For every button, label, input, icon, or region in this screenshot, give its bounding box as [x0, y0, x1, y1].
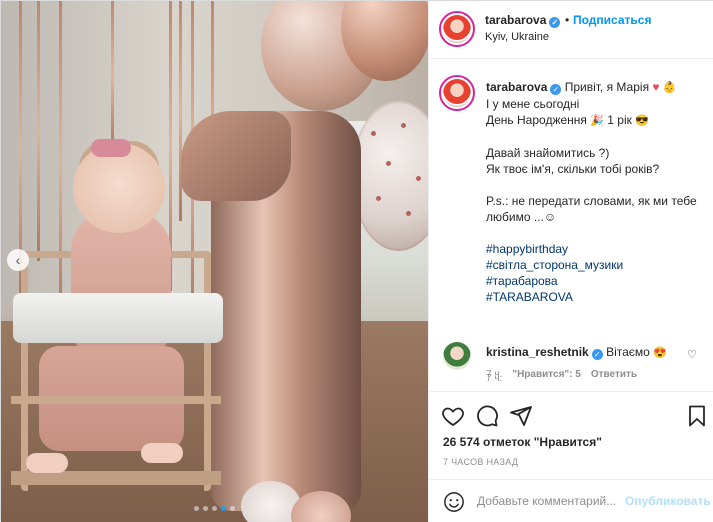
author-username-text[interactable]: tarabarova	[485, 13, 546, 27]
share-paper-plane-icon[interactable]	[509, 404, 533, 428]
comment-meta: 7 ч. "Нравится": 5 Ответить	[486, 369, 637, 380]
reply-button[interactable]: Ответить	[591, 369, 637, 380]
save-bookmark-icon[interactable]	[685, 404, 709, 428]
verified-badge-icon: ✓	[591, 349, 603, 360]
high-chair-step	[11, 471, 221, 485]
comment: kristina_reshetnik ✓ Вітаємо 😍 ♡ 7 ч. "Нр…	[429, 339, 713, 389]
add-comment-bar: Опубликовать	[429, 479, 713, 522]
avatar[interactable]	[443, 15, 471, 43]
verified-badge-icon: ✓	[549, 17, 561, 28]
comment-timestamp[interactable]: 7 ч.	[486, 369, 502, 380]
carousel-prev-button[interactable]: ‹	[7, 249, 29, 271]
caption-line: 1 рік	[607, 113, 632, 127]
header-separator: •	[565, 13, 570, 27]
location-link[interactable]: Kyiv, Ukraine	[485, 31, 549, 43]
number-one-balloon-top	[181, 111, 291, 201]
commenter-avatar[interactable]	[443, 342, 471, 370]
post-header: tarabarova ✓ • Подписаться Kyiv, Ukraine	[429, 1, 713, 59]
comment-input[interactable]	[477, 490, 623, 512]
tinsel	[37, 1, 40, 261]
author-username[interactable]: tarabarova ✓	[485, 13, 561, 28]
caption-line: Як твоє ім'я, скільки тобі років?	[486, 162, 660, 176]
caption-line: P.s.: не передати словами, як ми тебе	[486, 194, 697, 208]
instagram-post: ‹ tarabarova ✓ • Подписаться Kyiv, Ukrain…	[0, 0, 713, 522]
number-one-balloon	[181, 111, 361, 511]
like-heart-icon[interactable]	[441, 404, 465, 428]
high-chair-bar	[11, 396, 221, 404]
caption-line: І у мене сьогодні	[486, 97, 580, 111]
post-actions: 26 574 отметок "Нравится" 7 ЧАСОВ НАЗАД	[429, 391, 713, 481]
carousel-dot-active	[221, 506, 226, 511]
comment-likes-count[interactable]: "Нравится": 5	[512, 369, 581, 380]
caption-line: Давай знайомитись ?)	[486, 146, 610, 160]
avatar[interactable]	[443, 79, 471, 107]
carousel-dots	[194, 506, 235, 511]
emoji-picker-icon[interactable]	[443, 491, 465, 513]
comment-body: Вітаємо	[606, 345, 650, 359]
hashtag-link[interactable]: #happybirthday	[486, 241, 708, 257]
caption-line: Привіт, я Марія	[564, 80, 650, 94]
heart-eyes-emoji-icon: 😍	[653, 347, 667, 359]
carousel-dot	[230, 506, 235, 511]
baby-bow	[91, 139, 131, 157]
comment-like-heart-icon[interactable]: ♡	[687, 348, 697, 361]
post-sidebar: tarabarova ✓ • Подписаться Kyiv, Ukraine …	[428, 1, 713, 522]
carousel-dot	[194, 506, 199, 511]
caption-text: tarabarova ✓ Привіт, я Марія ♥ 👶 І у мене…	[486, 79, 708, 305]
hashtag-link[interactable]: #TARABAROVA	[486, 289, 708, 305]
caption-line: любимо ...☺	[486, 210, 557, 224]
commenter-username[interactable]: kristina_reshetnik	[486, 345, 589, 359]
chevron-left-icon: ‹	[15, 252, 21, 268]
publish-button[interactable]: Опубликовать	[625, 494, 711, 508]
hashtag-link[interactable]: #тарабарова	[486, 273, 708, 289]
tinsel	[111, 1, 114, 151]
comment-text: kristina_reshetnik ✓ Вітаємо 😍	[486, 345, 667, 360]
party-hat-emoji-icon: 🎉	[590, 115, 604, 127]
post-timestamp[interactable]: 7 ЧАСОВ НАЗАД	[443, 457, 518, 467]
verified-badge-icon: ✓	[550, 84, 562, 95]
caption-line: День Народження	[486, 113, 587, 127]
baby-foot	[141, 443, 183, 463]
comment-bubble-icon[interactable]	[475, 404, 499, 428]
hashtag-link[interactable]: #світла_сторона_музики	[486, 257, 708, 273]
carousel-dot	[212, 506, 217, 511]
baby-emoji-icon: 👶	[662, 82, 677, 94]
baby-foot	[26, 453, 68, 473]
carousel-dot	[203, 506, 208, 511]
post-photo[interactable]: ‹	[1, 1, 428, 522]
follow-button[interactable]: Подписаться	[573, 13, 651, 27]
caption-username[interactable]: tarabarova	[486, 80, 547, 94]
likes-count[interactable]: 26 574 отметок "Нравится"	[443, 435, 602, 449]
sunglasses-emoji-icon: 😎	[635, 115, 649, 127]
high-chair-tray	[13, 293, 223, 343]
red-heart-emoji-icon: ♥	[652, 80, 660, 94]
